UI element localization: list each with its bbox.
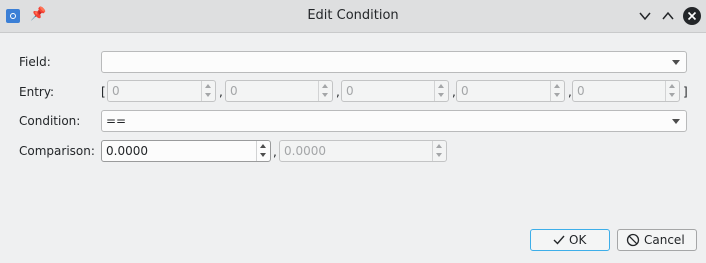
entry-close-bracket: ] — [683, 85, 688, 99]
entry-separator: , — [336, 85, 340, 99]
cancel-label: Cancel — [644, 233, 685, 247]
ok-label: OK — [569, 233, 587, 247]
chevron-down-icon — [672, 119, 680, 124]
entry-spinbox-4[interactable]: 0 — [456, 80, 565, 102]
entry-value-3: 0 — [346, 84, 354, 98]
title-bar: 📌 Edit Condition — [0, 0, 706, 33]
arrow-down-icon[interactable] — [554, 93, 560, 97]
entry-value-5: 0 — [577, 84, 585, 98]
arrow-up-icon[interactable] — [436, 144, 442, 148]
window-title: Edit Condition — [307, 8, 399, 23]
arrow-down-icon[interactable] — [436, 153, 442, 157]
cancel-icon — [626, 230, 640, 250]
field-combobox[interactable] — [101, 51, 687, 73]
arrow-up-icon[interactable] — [322, 84, 328, 88]
chevron-down-icon — [672, 60, 680, 65]
entry-label: Entry: — [19, 85, 55, 99]
chevron-up-icon — [662, 11, 674, 20]
maximize-button[interactable] — [660, 8, 676, 24]
comparison-spinbox[interactable]: 0.0000 — [101, 140, 271, 162]
arrow-down-icon[interactable] — [669, 93, 675, 97]
comparison-spinbox-2[interactable]: 0.0000 — [279, 140, 447, 162]
condition-value: == — [106, 114, 127, 128]
entry-spinbox-3[interactable]: 0 — [341, 80, 449, 102]
checkmark-icon — [552, 230, 566, 250]
ok-button[interactable]: OK — [530, 229, 610, 251]
entry-value-2: 0 — [230, 84, 238, 98]
entry-value-4: 0 — [461, 84, 469, 98]
entry-spinbox-5[interactable]: 0 — [572, 80, 680, 102]
condition-label: Condition: — [19, 114, 81, 128]
comparison-value: 0.0000 — [106, 144, 148, 158]
field-label: Field: — [19, 55, 51, 69]
arrow-up-icon[interactable] — [438, 84, 444, 88]
condition-combobox[interactable]: == — [101, 110, 687, 132]
arrow-down-icon[interactable] — [260, 153, 266, 157]
cancel-button[interactable]: Cancel — [617, 229, 697, 251]
close-button[interactable] — [683, 7, 701, 25]
arrow-down-icon[interactable] — [322, 93, 328, 97]
close-icon — [687, 11, 697, 21]
comparison-value-2: 0.0000 — [284, 144, 326, 158]
entry-open-bracket: [ — [101, 85, 106, 99]
comparison-label: Comparison: — [19, 144, 95, 158]
entry-separator: , — [219, 85, 223, 99]
chevron-down-icon — [639, 12, 651, 21]
arrow-up-icon[interactable] — [669, 84, 675, 88]
minimize-button[interactable] — [637, 8, 653, 24]
arrow-up-icon[interactable] — [205, 84, 211, 88]
comparison-separator: , — [273, 145, 277, 159]
arrow-down-icon[interactable] — [205, 93, 211, 97]
entry-spinbox-2[interactable]: 0 — [225, 80, 333, 102]
entry-spinbox-1[interactable]: 0 — [107, 80, 216, 102]
arrow-up-icon[interactable] — [260, 144, 266, 148]
arrow-down-icon[interactable] — [438, 93, 444, 97]
arrow-up-icon[interactable] — [554, 84, 560, 88]
entry-value-1: 0 — [112, 84, 120, 98]
